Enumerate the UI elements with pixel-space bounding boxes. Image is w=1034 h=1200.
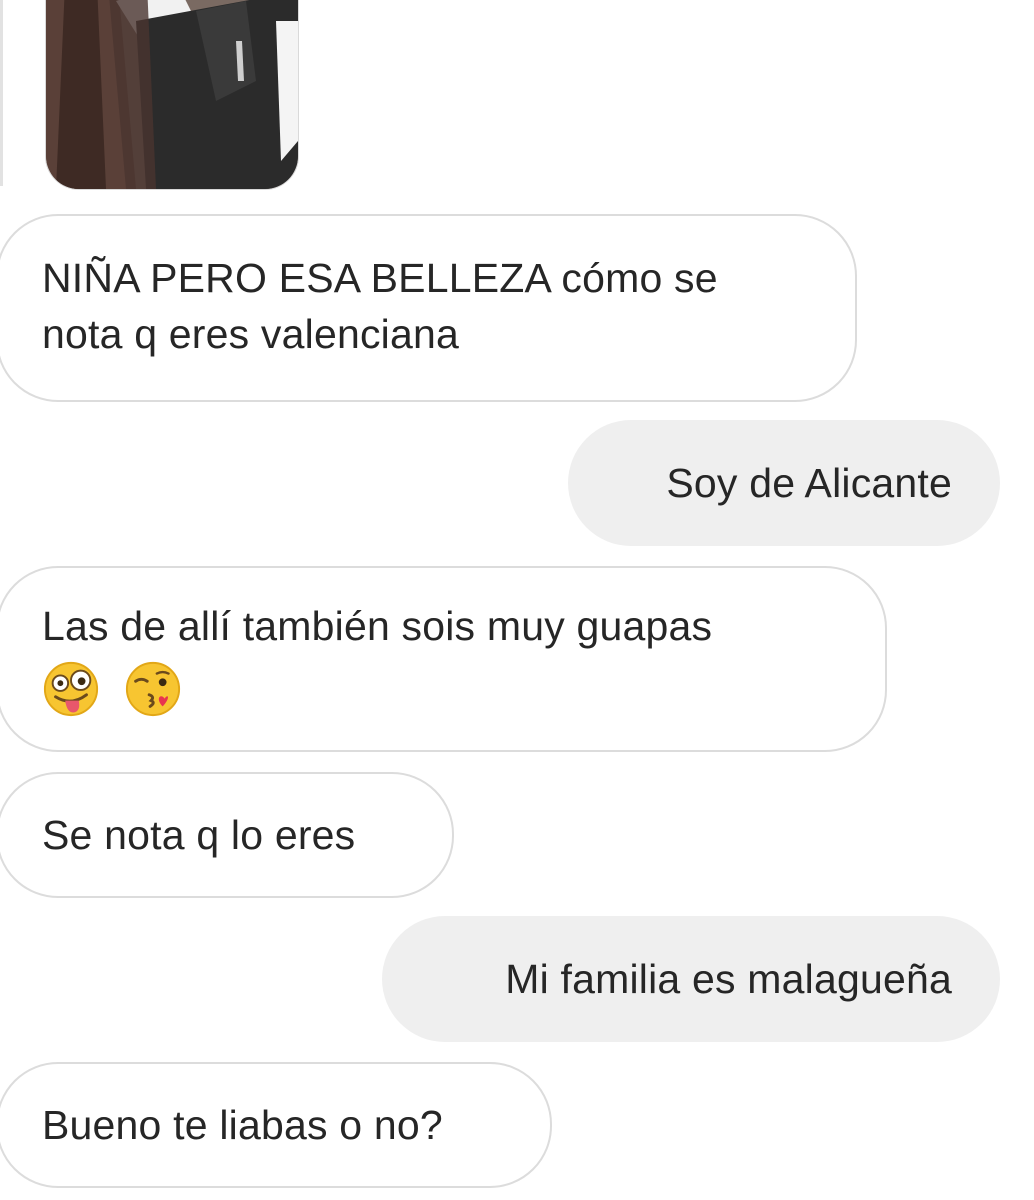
message-text: Las de allí también sois muy guapas — [42, 603, 713, 649]
message-text: nota q eres valenciana — [42, 311, 459, 357]
message-text: Soy de Alicante — [666, 460, 952, 506]
shared-photo[interactable] — [45, 0, 299, 190]
message-text: NIÑA PERO ESA BELLEZA cómo se — [42, 255, 718, 301]
message-text: Se nota q lo eres — [42, 812, 356, 858]
message-bubble-incoming[interactable]: Se nota q lo eres — [0, 772, 454, 898]
message-text: Bueno te liabas o no? — [42, 1102, 443, 1148]
message-bubble-incoming[interactable]: Las de allí también sois muy guapas — [0, 566, 887, 752]
emoji-row — [42, 660, 845, 720]
face-blowing-kiss-emoji — [124, 660, 182, 718]
message-bubble-incoming[interactable]: NIÑA PERO ESA BELLEZA cómo se nota q ere… — [0, 214, 857, 402]
thread-left-rule — [0, 0, 3, 186]
message-bubble-outgoing[interactable]: Mi familia es malagueña — [382, 916, 1000, 1042]
message-text: Mi familia es malagueña — [505, 956, 952, 1002]
shared-photo-image — [46, 0, 298, 189]
message-bubble-outgoing[interactable]: Soy de Alicante — [568, 420, 1000, 546]
zany-face-emoji — [42, 660, 100, 718]
message-bubble-incoming[interactable]: Bueno te liabas o no? — [0, 1062, 552, 1188]
